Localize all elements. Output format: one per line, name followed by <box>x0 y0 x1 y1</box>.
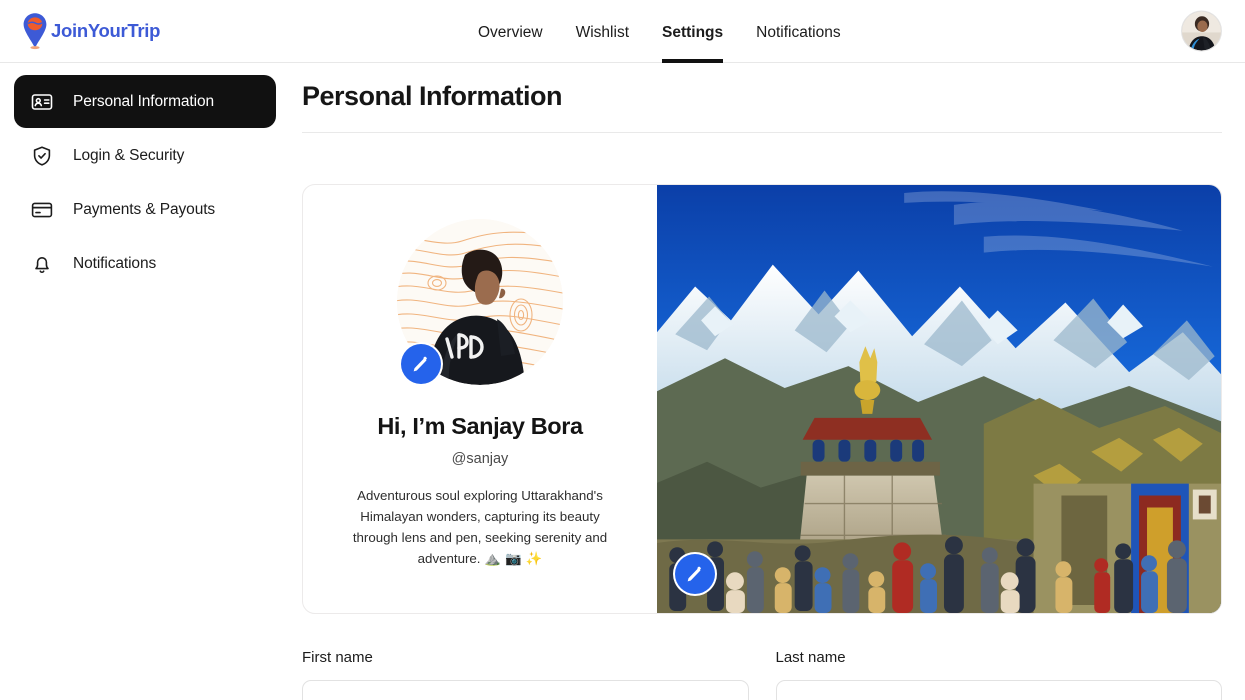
first-name-field: First name <box>302 649 749 700</box>
last-name-label: Last name <box>775 649 846 666</box>
primary-nav: Overview Wishlist Settings Notifications <box>478 0 841 63</box>
edit-profile-photo-button[interactable] <box>401 344 441 384</box>
brand-logo-link[interactable]: JoinYourTrip <box>22 12 160 50</box>
page-title: Personal Information <box>302 81 563 111</box>
profile-bio-text: Adventurous soul exploring Uttarakhand's… <box>352 488 608 566</box>
profile-handle: @sanjay <box>451 451 509 467</box>
first-name-input[interactable] <box>302 680 749 700</box>
id-card-icon <box>31 93 53 110</box>
sidebar-item-payments-payouts[interactable]: Payments & Payouts <box>14 183 276 236</box>
nav-item-notifications[interactable]: Notifications <box>756 0 840 63</box>
last-name-input[interactable] <box>775 680 1222 700</box>
main-content: Personal Information Hi, I’m Sanjay Bora… <box>290 63 1245 700</box>
profile-bio: Adventurous soul exploring Uttarakhand's… <box>344 485 616 570</box>
page-body: Personal Information Login & Security Pa… <box>0 63 1245 700</box>
shield-check-icon <box>33 145 51 166</box>
cover-photo-container <box>657 185 1221 613</box>
profile-bio-emojis: ⛰️ 📷 ✨ <box>484 552 543 567</box>
last-name-field: Last name <box>775 649 1222 700</box>
sidebar-item-notifications[interactable]: Notifications <box>14 237 276 290</box>
map-pin-icon <box>23 13 47 50</box>
first-name-label: First name <box>302 649 373 666</box>
avatar-image <box>1182 11 1221 51</box>
brand-name: JoinYourTrip <box>51 20 161 41</box>
app-header: JoinYourTrip Overview Wishlist Settings … <box>0 0 1245 63</box>
profile-card: Hi, I’m Sanjay Bora @sanjay Adventurous … <box>302 184 1222 614</box>
profile-details: Hi, I’m Sanjay Bora @sanjay Adventurous … <box>303 185 657 613</box>
nav-item-wishlist[interactable]: Wishlist <box>576 0 629 63</box>
profile-photo-wrapper <box>397 219 563 385</box>
cover-photo-image <box>657 185 1221 613</box>
nav-item-settings[interactable]: Settings <box>662 0 724 63</box>
bell-icon <box>35 256 49 273</box>
sidebar-item-label: Login & Security <box>73 146 185 164</box>
pencil-icon <box>413 356 428 372</box>
title-divider <box>302 132 1222 133</box>
edit-cover-photo-button[interactable] <box>675 554 715 594</box>
avatar[interactable] <box>1181 10 1222 52</box>
nav-item-overview[interactable]: Overview <box>478 0 543 63</box>
sidebar-item-label: Notifications <box>73 254 157 272</box>
credit-card-icon <box>31 202 53 217</box>
sidebar-item-label: Payments & Payouts <box>73 200 216 218</box>
pencil-icon <box>687 566 702 582</box>
sidebar-item-label: Personal Information <box>73 92 215 110</box>
name-fields-row: First name Last name <box>302 649 1222 700</box>
profile-name: Hi, I’m Sanjay Bora <box>377 413 583 439</box>
sidebar-item-personal-information[interactable]: Personal Information <box>14 75 276 128</box>
settings-sidebar: Personal Information Login & Security Pa… <box>0 63 290 700</box>
sidebar-item-login-security[interactable]: Login & Security <box>14 129 276 182</box>
